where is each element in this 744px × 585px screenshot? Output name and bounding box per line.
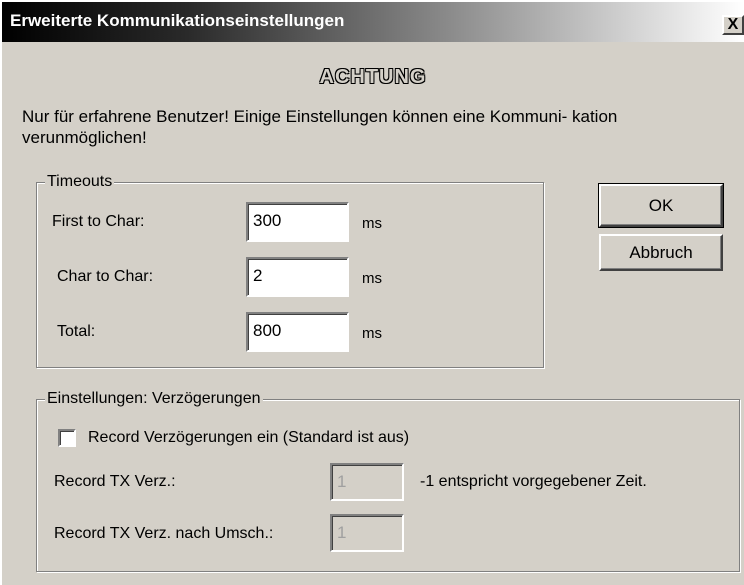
char-to-char-label: Char to Char: xyxy=(57,268,154,285)
window-title: Erweiterte Kommunikationseinstellungen xyxy=(10,11,345,30)
record-delays-label[interactable]: Record Verzögerungen ein (Standard ist a… xyxy=(88,429,409,447)
tx-delay-after-label: Record TX Verz. nach Umsch.: xyxy=(54,525,274,542)
timeouts-legend: Timeouts xyxy=(45,172,115,192)
total-unit: ms xyxy=(362,325,382,342)
char-to-char-input[interactable]: 2 xyxy=(246,257,349,297)
total-label: Total: xyxy=(57,323,96,340)
tx-delay-input[interactable]: 1 xyxy=(330,463,404,501)
close-icon: X xyxy=(727,16,739,33)
close-button[interactable]: X xyxy=(722,15,744,35)
record-delays-checkbox[interactable] xyxy=(58,429,76,447)
cancel-button[interactable]: Abbruch xyxy=(599,234,723,271)
first-to-char-unit: ms xyxy=(362,215,382,232)
char-to-char-unit: ms xyxy=(362,270,382,287)
tx-delay-after-input[interactable]: 1 xyxy=(330,514,404,552)
warning-heading: ACHTUNG xyxy=(319,66,427,88)
tx-delay-hint: -1 entspricht vorgegebener Zeit. xyxy=(420,473,647,490)
first-to-char-label: First to Char: xyxy=(52,213,145,230)
warning-text: Nur für erfahrene Benutzer! Einige Einst… xyxy=(22,107,618,147)
tx-delay-label: Record TX Verz.: xyxy=(54,473,176,490)
dialog-window: Erweiterte Kommunikationseinstellungen X… xyxy=(0,0,744,585)
title-bar[interactable]: Erweiterte Kommunikationseinstellungen X xyxy=(2,2,744,42)
delays-legend: Einstellungen: Verzögerungen xyxy=(45,389,263,409)
total-input[interactable]: 800 xyxy=(246,312,349,352)
ok-button[interactable]: OK xyxy=(598,183,724,228)
first-to-char-input[interactable]: 300 xyxy=(246,202,349,242)
